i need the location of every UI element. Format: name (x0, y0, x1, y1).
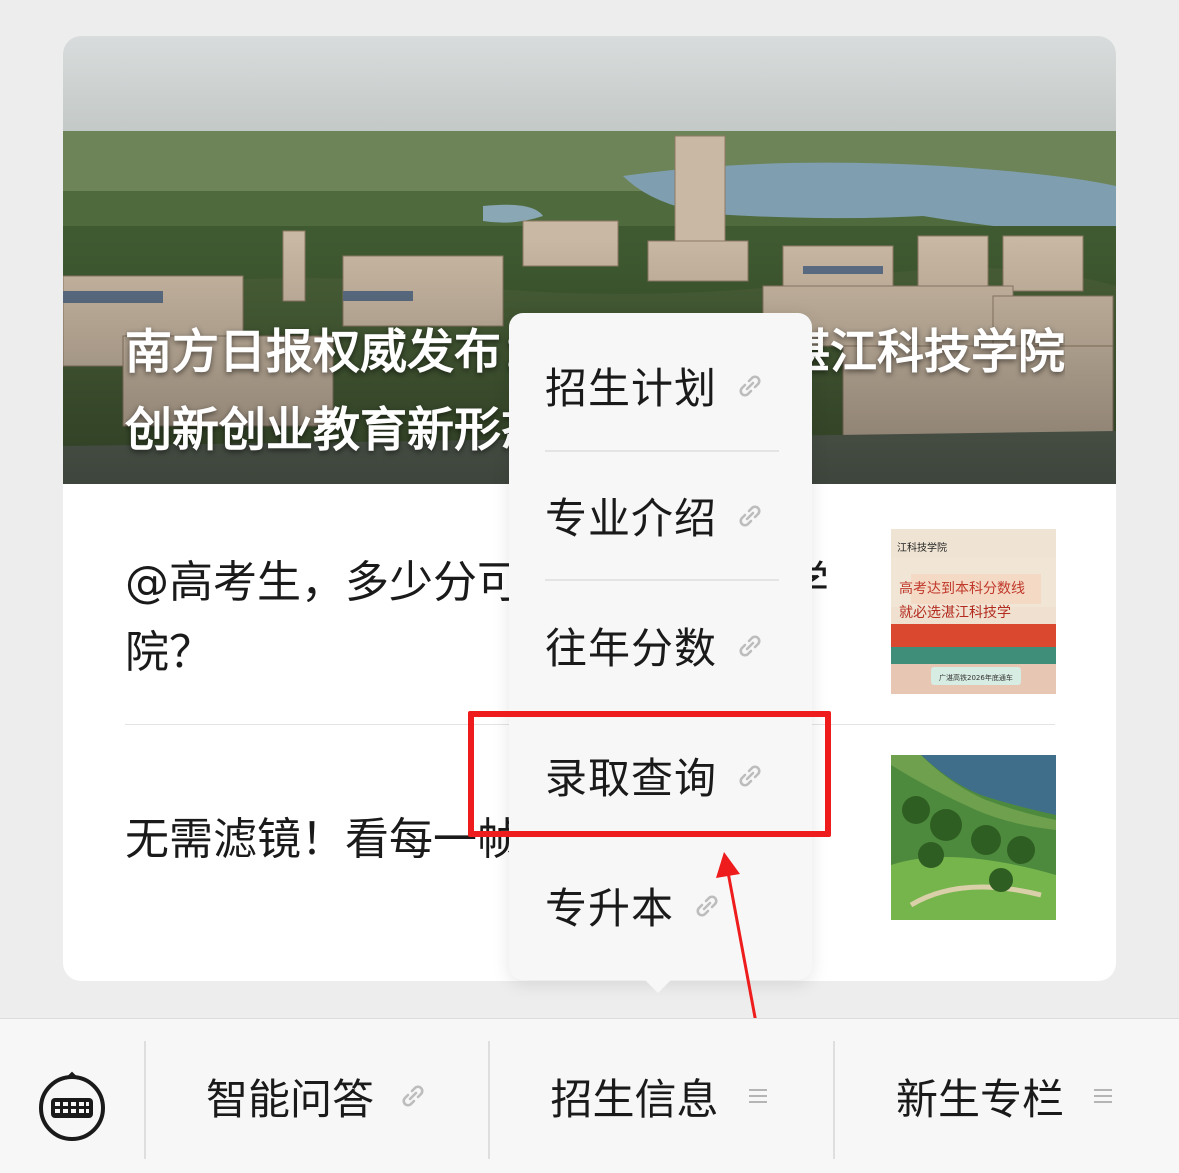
keyboard-icon[interactable] (36, 1069, 108, 1141)
thumb-line2-text: 就必选湛江科技学 (899, 605, 1011, 621)
link-icon (739, 374, 761, 397)
menu-item-enrollment-plan[interactable]: 招生计划 (545, 321, 780, 450)
menu-item-major-intro[interactable]: 专业介绍 (545, 451, 780, 580)
link-icon (739, 634, 761, 657)
tab-enrollment-info[interactable]: 招生信息 (490, 1019, 833, 1173)
link-icon (402, 1085, 424, 1107)
link-icon (696, 894, 718, 917)
bottom-menu-bar: 智能问答 招生信息 新生专栏 (0, 1018, 1179, 1173)
menu-item-label: 专升本 (545, 884, 675, 933)
thumb-footer-text: 广湛高铁2026年底通车 (939, 673, 1013, 682)
menu-icon (748, 1089, 767, 1103)
tab-freshman-column[interactable]: 新生专栏 (835, 1019, 1179, 1173)
highlight-box (468, 711, 831, 837)
menu-item-label: 往年分数 (545, 624, 718, 673)
submenu-popup: 招生计划 专业介绍 往年分数 录取查询 专升本 (509, 313, 812, 980)
article-thumbnail-admission: 江科技学院 高考达到本科分数线 就必选湛江科技学 广湛高铁2026年底通车 (891, 529, 1056, 694)
menu-icon (1094, 1089, 1112, 1103)
menu-item-past-scores[interactable]: 往年分数 (545, 581, 780, 710)
menu-item-upgrade-degree[interactable]: 专升本 (545, 841, 780, 970)
article-thumbnail-campus (891, 755, 1056, 920)
tab-label: 招生信息 (550, 1074, 719, 1124)
tab-label: 智能问答 (205, 1074, 374, 1124)
link-icon (739, 504, 761, 527)
popup-pointer (640, 975, 676, 993)
thumb-line1-text: 高考达到本科分数线 (899, 580, 1025, 597)
tab-label: 新生专栏 (895, 1074, 1064, 1124)
menu-item-label: 招生计划 (545, 364, 718, 413)
tab-smart-qa[interactable]: 智能问答 (146, 1019, 488, 1173)
thumb-school-text: 江科技学院 (897, 541, 947, 554)
menu-item-label: 专业介绍 (545, 494, 718, 543)
